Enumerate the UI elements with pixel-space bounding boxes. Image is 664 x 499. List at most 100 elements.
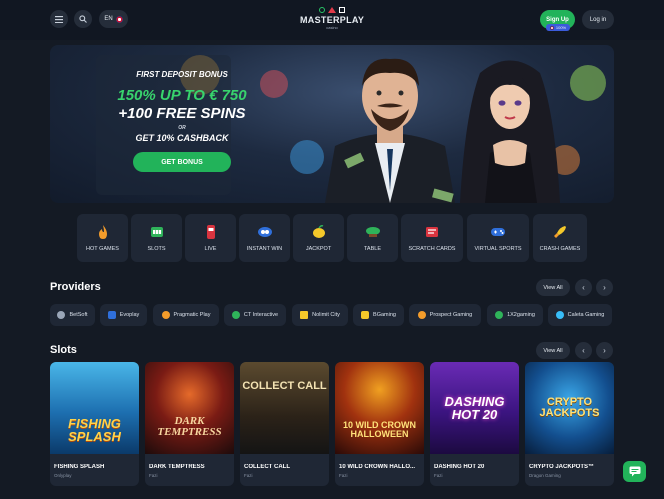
provider-label: Pragmatic Play xyxy=(173,312,211,318)
chevron-left-icon: ‹ xyxy=(582,283,585,292)
category-table[interactable]: TABLE xyxy=(347,214,398,262)
providers-title: Providers xyxy=(50,281,101,293)
slots-next-button[interactable]: › xyxy=(596,342,613,359)
game-card-dark-temptress[interactable]: DARK TEMPTRESS DARK TEMPTRESS Fazi xyxy=(145,362,234,486)
provider-nolimit-city[interactable]: Nolimit City xyxy=(292,304,348,326)
flag-icon xyxy=(549,25,554,30)
category-label: JACKPOT xyxy=(305,246,332,252)
provider-betsoft[interactable]: BetSoft xyxy=(50,304,95,326)
provider-evoplay[interactable]: Evoplay xyxy=(100,304,147,326)
game-thumbnail: FISHING SPLASH xyxy=(50,362,139,454)
caleta-logo-icon xyxy=(555,311,564,319)
evoplay-logo-icon xyxy=(107,311,116,319)
category-virtual-sports[interactable]: VIRTUAL SPORTS xyxy=(467,214,529,262)
hero-line-5: GET 10% CASHBACK xyxy=(135,133,229,143)
chat-icon xyxy=(629,466,640,477)
category-crash-games[interactable]: CRASH GAMES xyxy=(533,214,587,262)
pragmatic-logo-icon xyxy=(161,311,170,319)
gamepad-icon xyxy=(491,228,505,236)
chevron-right-icon: › xyxy=(603,283,606,292)
language-selector[interactable]: EN xyxy=(99,10,128,28)
category-label: CRASH GAMES xyxy=(539,246,581,252)
providers-next-button[interactable]: › xyxy=(596,279,613,296)
game-name: 10 WILD CROWN HALLO... xyxy=(339,464,415,470)
game-art-title: CRYPTO JACKPOTS xyxy=(539,396,600,419)
game-thumbnail: DARK TEMPTRESS xyxy=(145,362,234,454)
game-card-crypto-jackpots[interactable]: CRYPTO JACKPOTS CRYPTO JACKPOTS™ Dragon … xyxy=(525,362,614,486)
provider-label: Caleta Gaming xyxy=(567,312,605,318)
login-button[interactable]: Log in xyxy=(582,10,614,29)
search-icon xyxy=(79,15,87,23)
game-card-collect-call[interactable]: COLLECT CALL COLLECT CALL Fazi xyxy=(240,362,329,486)
game-provider: Fazi xyxy=(244,473,253,478)
game-name: DARK TEMPTRESS xyxy=(149,464,205,470)
coins-icon xyxy=(257,227,272,237)
ct-interactive-logo-icon xyxy=(231,311,240,319)
game-card-dashing-hot-20[interactable]: DASHING HOT 20 DASHING HOT 20 Fazi xyxy=(430,362,519,486)
search-button[interactable] xyxy=(74,10,92,28)
category-slots[interactable]: SLOTS xyxy=(131,214,182,262)
table-icon xyxy=(365,227,380,237)
category-hot-games[interactable]: HOT GAMES xyxy=(77,214,128,262)
flame-icon xyxy=(98,225,107,239)
provider-1x2gaming[interactable]: 1X2gaming xyxy=(487,304,543,326)
providers-view-all-button[interactable]: View All xyxy=(536,279,570,296)
game-name: FISHING SPLASH xyxy=(54,464,105,470)
logo-name: MASTERPLAY xyxy=(300,15,365,25)
category-label: SLOTS xyxy=(147,246,166,252)
slots-title: Slots xyxy=(50,344,77,356)
game-card-10-wild-crown-halloween[interactable]: 10 WILD CROWN HALLOWEEN 10 WILD CROWN HA… xyxy=(335,362,424,486)
chevron-left-icon: ‹ xyxy=(582,346,585,355)
hero-line-1: FIRST DEPOSIT BONUS xyxy=(136,70,228,79)
game-thumbnail: CRYPTO JACKPOTS xyxy=(525,362,614,454)
header: EN MASTERPLAY casino Sign Up 100% Log in xyxy=(0,0,664,40)
provider-label: Prospect Gaming xyxy=(429,312,473,318)
game-thumbnail: 10 WILD CROWN HALLOWEEN xyxy=(335,362,424,454)
category-instant-win[interactable]: INSTANT WIN xyxy=(239,214,290,262)
category-label: VIRTUAL SPORTS xyxy=(474,246,522,252)
provider-label: BGaming xyxy=(373,312,396,318)
logo-sub: casino xyxy=(326,25,338,30)
hero-banner[interactable]: FIRST DEPOSIT BONUS 150% UP TO € 750 +10… xyxy=(50,45,614,203)
game-art-title: DARK TEMPTRESS xyxy=(157,415,222,438)
hero-line-4: OR xyxy=(178,125,186,131)
game-thumbnail: COLLECT CALL xyxy=(240,362,329,454)
slots-prev-button[interactable]: ‹ xyxy=(575,342,592,359)
game-art-title: FISHING SPLASH xyxy=(68,416,121,444)
game-provider: Fazi xyxy=(149,473,158,478)
category-label: LIVE xyxy=(204,246,217,252)
provider-ct-interactive[interactable]: CT Interactive xyxy=(224,304,286,326)
provider-label: Evoplay xyxy=(119,312,140,318)
bokeh-light xyxy=(570,65,606,101)
provider-pragmatic-play[interactable]: Pragmatic Play xyxy=(153,304,219,326)
category-scratch-cards[interactable]: SCRATCH CARDS xyxy=(401,214,463,262)
game-name: COLLECT CALL xyxy=(244,464,290,470)
category-label: SCRATCH CARDS xyxy=(408,246,456,252)
provider-bgaming[interactable]: BGaming xyxy=(353,304,404,326)
game-art-title: 10 WILD CROWN HALLOWEEN xyxy=(343,420,416,439)
uk-flag-icon xyxy=(115,15,123,23)
chat-button[interactable] xyxy=(623,461,646,482)
provider-label: 1X2gaming xyxy=(507,312,535,318)
live-icon xyxy=(206,225,215,239)
woman-illustration xyxy=(460,60,560,203)
game-card-fishing-splash[interactable]: FISHING SPLASH FISHING SPLASH Onlyplay xyxy=(50,362,139,486)
game-name: CRYPTO JACKPOTS™ xyxy=(529,464,595,470)
provider-prospect-gaming[interactable]: Prospect Gaming xyxy=(409,304,481,326)
lemon-icon xyxy=(312,225,325,238)
betsoft-logo-icon xyxy=(57,311,66,319)
logo[interactable]: MASTERPLAY casino xyxy=(300,7,364,33)
logo-shapes-icon xyxy=(300,7,364,15)
slots-view-all-button[interactable]: View All xyxy=(536,342,570,359)
hero-line-3: +100 FREE SPINS xyxy=(118,105,246,122)
category-live[interactable]: LIVE xyxy=(185,214,236,262)
menu-button[interactable] xyxy=(50,10,68,28)
slot-machine-icon xyxy=(150,227,163,237)
provider-label: CT Interactive xyxy=(243,312,279,318)
scratch-card-icon xyxy=(426,227,438,237)
get-bonus-button[interactable]: GET BONUS xyxy=(133,152,231,172)
provider-caleta-gaming[interactable]: Caleta Gaming xyxy=(548,304,612,326)
category-jackpot[interactable]: JACKPOT xyxy=(293,214,344,262)
providers-prev-button[interactable]: ‹ xyxy=(575,279,592,296)
category-label: HOT GAMES xyxy=(86,246,119,252)
